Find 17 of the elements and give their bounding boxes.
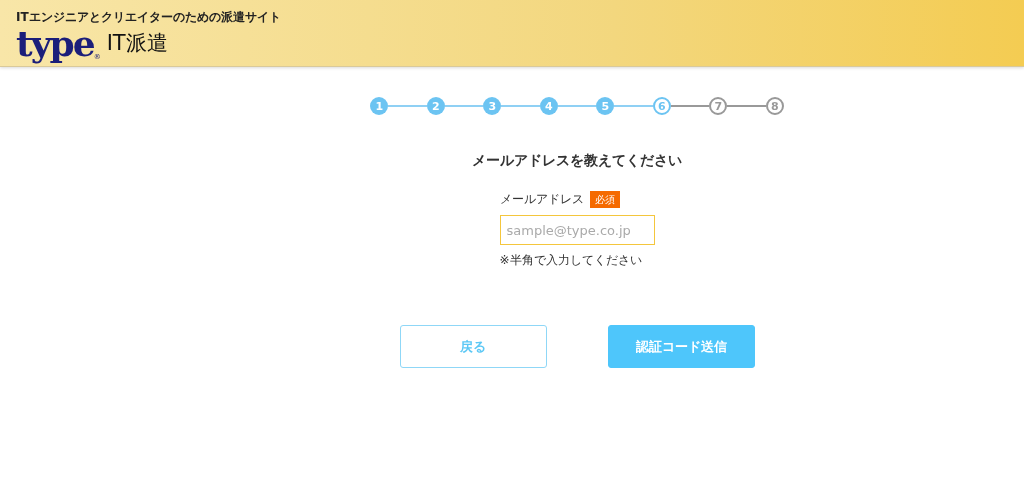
step-indicator: 8 [765, 97, 784, 115]
service-name: IT派遣 [106, 30, 168, 56]
step-indicator: 4 [539, 97, 558, 115]
email-field[interactable]: sample@type.co.jp [499, 215, 655, 245]
step-indicator: 3 [483, 97, 502, 115]
back-button[interactable]: 戻る [399, 325, 547, 368]
required-badge: 必須 [589, 191, 620, 208]
step-indicator: 5 [596, 97, 615, 115]
form-title: メールアドレスを教えてください [472, 151, 682, 169]
send-code-button[interactable]: 認証コード送信 [607, 325, 755, 368]
input-note: ※半角で入力してください [499, 252, 643, 269]
step-indicator: 7 [709, 97, 728, 115]
step-indicator: 1 [370, 97, 389, 115]
step-indicator: 6 [652, 97, 671, 115]
field-label: メールアドレス [499, 191, 584, 208]
site-tagline: ITエンジニアとクリエイターのための派遣サイト [16, 11, 281, 24]
step-indicator: 2 [426, 97, 445, 115]
